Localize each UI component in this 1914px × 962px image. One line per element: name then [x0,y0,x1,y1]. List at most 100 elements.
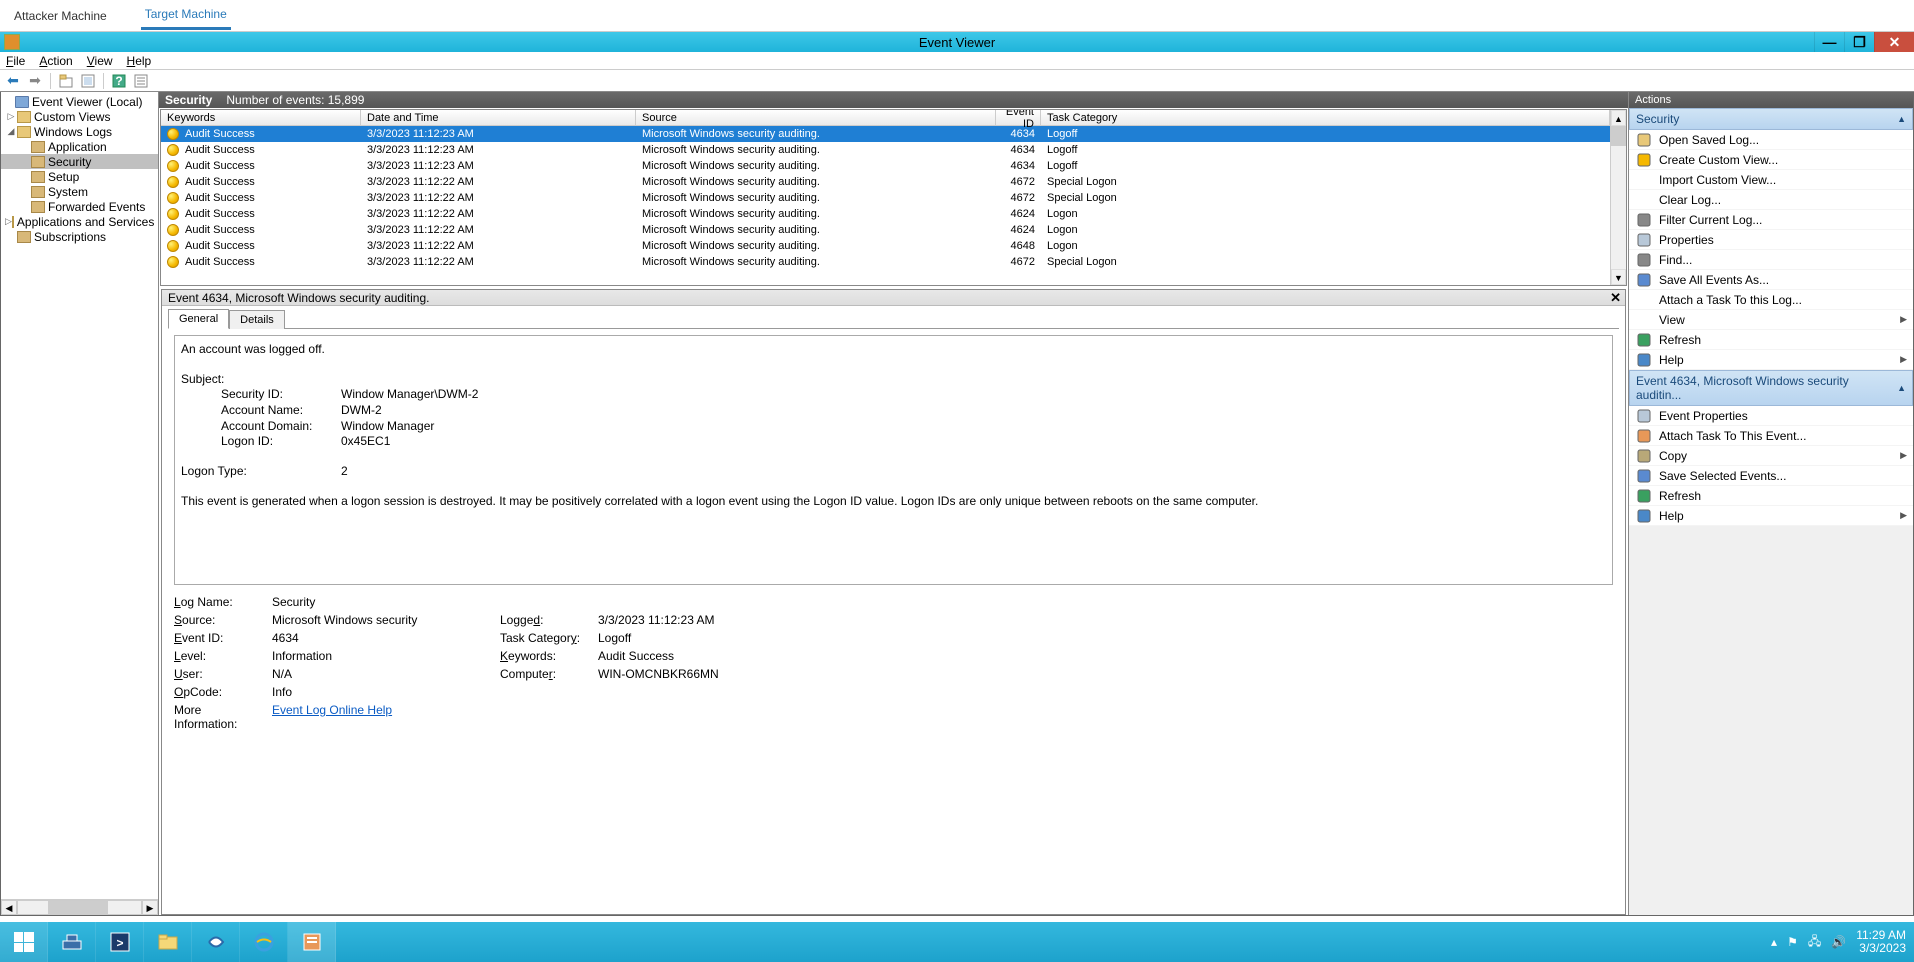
tree-apps-services[interactable]: ▷Applications and Services Lo [1,214,158,229]
tree-hscroll[interactable]: ◀ ▶ [1,899,158,915]
action-refresh[interactable]: Refresh [1629,486,1913,506]
scroll-track[interactable] [1611,126,1626,269]
svg-text:>: > [116,936,123,950]
event-row[interactable]: Audit Success3/3/2023 11:12:22 AMMicroso… [161,206,1610,222]
event-row[interactable]: Audit Success3/3/2023 11:12:22 AMMicroso… [161,254,1610,270]
col-eventid[interactable]: Event ID [996,110,1041,125]
tray-chevron-icon[interactable]: ▴ [1771,935,1777,949]
tree-security[interactable]: Security [1,154,158,169]
tree-windows-logs[interactable]: ◢Windows Logs [1,124,158,139]
action-clear-log[interactable]: Clear Log... [1629,190,1913,210]
action-filter-current-log[interactable]: Filter Current Log... [1629,210,1913,230]
action-event-properties[interactable]: Event Properties [1629,406,1913,426]
kv-value: Logoff [598,631,818,645]
key-icon [167,192,179,204]
tree-forwarded[interactable]: Forwarded Events [1,199,158,214]
tree-system[interactable]: System [1,184,158,199]
menu-file[interactable]: File [6,54,25,68]
taskbar-server-manager[interactable] [48,922,96,962]
event-properties: Log Name:Security Source:Microsoft Windo… [174,595,1613,731]
description-box[interactable]: An account was logged off. Subject: Secu… [174,335,1613,585]
action-create-custom-view[interactable]: Create Custom View... [1629,150,1913,170]
action-import-custom-view[interactable]: Import Custom View... [1629,170,1913,190]
event-row[interactable]: Audit Success3/3/2023 11:12:22 AMMicroso… [161,190,1610,206]
col-keywords[interactable]: Keywords [161,110,361,125]
tab-details[interactable]: Details [229,310,285,329]
up-button[interactable] [57,72,75,90]
taskbar-ie[interactable] [240,922,288,962]
log-icon [31,141,45,153]
eventviewer-icon [15,96,29,108]
col-datetime[interactable]: Date and Time [361,110,636,125]
back-button[interactable]: ⬅ [4,72,22,90]
menu-help[interactable]: Help [127,54,152,68]
close-button[interactable]: ✕ [1874,32,1914,52]
folder-icon [17,126,31,138]
task-icon [1637,429,1651,443]
col-taskcat[interactable]: Task Category [1041,110,1610,125]
minimize-button[interactable]: — [1814,32,1844,52]
action-find[interactable]: Find... [1629,250,1913,270]
tree-setup[interactable]: Setup [1,169,158,184]
action-label: Attach Task To This Event... [1659,429,1806,443]
scroll-left-button[interactable]: ◀ [1,900,17,915]
forward-button[interactable]: ➡ [26,72,44,90]
desc-label: Security ID: [221,387,341,403]
tray-clock[interactable]: 11:29 AM 3/3/2023 [1856,929,1906,955]
taskbar-eventviewer[interactable] [288,922,336,962]
tab-general[interactable]: General [168,309,229,329]
scroll-up-button[interactable]: ▲ [1611,110,1626,126]
help-button[interactable]: ? [110,72,128,90]
tree-root[interactable]: Event Viewer (Local) [1,94,158,109]
tree-custom-views[interactable]: ▷Custom Views [1,109,158,124]
scroll-track[interactable] [17,900,142,915]
action-save-all-events-as[interactable]: Save All Events As... [1629,270,1913,290]
menu-action[interactable]: Action [39,54,72,68]
taskbar-app1[interactable] [192,922,240,962]
action-save-selected-events[interactable]: Save Selected Events... [1629,466,1913,486]
key-icon [167,128,179,140]
scroll-right-button[interactable]: ▶ [142,900,158,915]
action-properties[interactable]: Properties [1629,230,1913,250]
scroll-down-button[interactable]: ▼ [1611,269,1626,285]
menu-view[interactable]: View [87,54,113,68]
tree-label: Application [48,140,107,154]
detail-close-button[interactable]: ✕ [1610,290,1621,306]
tray-volume-icon[interactable]: 🔊 [1831,935,1846,949]
event-row[interactable]: Audit Success3/3/2023 11:12:22 AMMicroso… [161,174,1610,190]
grid-vscroll[interactable]: ▲ ▼ [1610,110,1626,285]
event-row[interactable]: Audit Success3/3/2023 11:12:22 AMMicroso… [161,238,1610,254]
action-group-security[interactable]: Security▲ [1629,108,1913,130]
action-open-saved-log[interactable]: Open Saved Log... [1629,130,1913,150]
scroll-thumb[interactable] [1611,126,1626,146]
online-help-link[interactable]: Event Log Online Help [272,703,492,731]
taskbar-powershell[interactable]: > [96,922,144,962]
action-label: Import Custom View... [1659,173,1776,187]
tree-application[interactable]: Application [1,139,158,154]
action-attach-task-to-this-event[interactable]: Attach Task To This Event... [1629,426,1913,446]
refresh-button[interactable] [79,72,97,90]
tab-attacker[interactable]: Attacker Machine [10,3,111,29]
action-refresh[interactable]: Refresh [1629,330,1913,350]
action-group-event[interactable]: Event 4634, Microsoft Windows security a… [1629,370,1913,406]
event-row[interactable]: Audit Success3/3/2023 11:12:23 AMMicroso… [161,126,1610,142]
action-copy[interactable]: Copy▶ [1629,446,1913,466]
col-source[interactable]: Source [636,110,996,125]
action-help[interactable]: Help▶ [1629,350,1913,370]
action-help[interactable]: Help▶ [1629,506,1913,526]
scroll-thumb[interactable] [48,901,108,914]
tray-network-icon[interactable]: 🖧 [1808,932,1821,953]
tab-target[interactable]: Target Machine [141,1,231,30]
desc-label: Account Domain: [221,419,341,435]
taskbar-explorer[interactable] [144,922,192,962]
event-row[interactable]: Audit Success3/3/2023 11:12:23 AMMicroso… [161,142,1610,158]
maximize-button[interactable]: ❐ [1844,32,1874,52]
properties-button[interactable] [132,72,150,90]
action-attach-a-task-to-this-log[interactable]: Attach a Task To this Log... [1629,290,1913,310]
action-view[interactable]: View▶ [1629,310,1913,330]
event-row[interactable]: Audit Success3/3/2023 11:12:22 AMMicroso… [161,222,1610,238]
tray-flag-icon[interactable]: ⚑ [1787,935,1798,949]
tree-subscriptions[interactable]: Subscriptions [1,229,158,244]
event-row[interactable]: Audit Success3/3/2023 11:12:23 AMMicroso… [161,158,1610,174]
start-button[interactable] [0,922,48,962]
